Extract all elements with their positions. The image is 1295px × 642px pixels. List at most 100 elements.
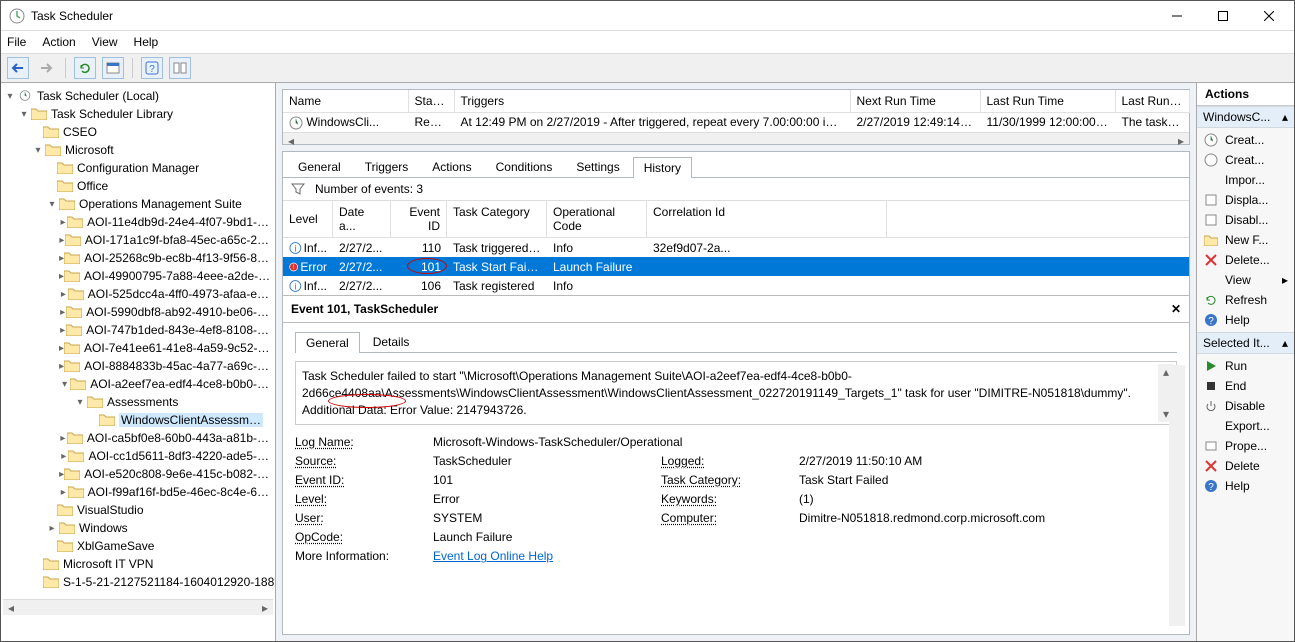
close-detail-button[interactable]: ✕ <box>1171 302 1181 316</box>
action-refresh[interactable]: Refresh <box>1201 291 1290 309</box>
refresh-tb-button[interactable] <box>74 57 96 79</box>
tab-conditions[interactable]: Conditions <box>485 156 564 177</box>
close-button[interactable] <box>1246 1 1292 31</box>
action-view[interactable]: View▸ <box>1201 271 1290 289</box>
expander-icon[interactable]: ▾ <box>73 397 87 408</box>
tab-triggers[interactable]: Triggers <box>354 156 420 177</box>
action-run[interactable]: Run <box>1201 357 1290 375</box>
menu-help[interactable]: Help <box>134 35 159 49</box>
task-row[interactable]: WindowsCli... Ready At 12:49 PM on 2/27/… <box>283 113 1189 132</box>
tree-scrollbar-h[interactable]: ◂▸ <box>3 599 273 615</box>
maximize-button[interactable] <box>1200 1 1246 31</box>
col-date[interactable]: Date a... <box>333 201 391 237</box>
help-tb-button[interactable]: ? <box>141 57 163 79</box>
expander-icon[interactable]: ▸ <box>59 487 68 498</box>
tree-item[interactable]: AOI-e520c808-9e6e-415c-b082-… <box>84 467 269 481</box>
subtab-details[interactable]: Details <box>362 331 421 352</box>
action-help[interactable]: ?Help <box>1201 311 1290 329</box>
tree-item[interactable]: AOI-747b1ded-843e-4ef8-8108-… <box>86 323 269 337</box>
tree-item[interactable]: AOI-25268c9b-ec8b-4f13-9f56-8… <box>84 251 269 265</box>
menu-action[interactable]: Action <box>42 35 75 49</box>
expander-icon[interactable]: ▸ <box>59 217 67 228</box>
col-opcode[interactable]: Operational Code <box>547 201 647 237</box>
tree-item[interactable]: S-1-5-21-2127521184-1604012920-1887… <box>63 575 276 589</box>
tree-item[interactable]: VisualStudio <box>77 503 144 517</box>
navigation-tree[interactable]: ▾ Task Scheduler (Local) ▾ Task Scheduler … <box>1 83 276 641</box>
col-status[interactable]: Status <box>408 90 454 113</box>
link-eventlog-help[interactable]: Event Log Online Help <box>433 549 553 563</box>
tree-item[interactable]: Microsoft IT VPN <box>63 557 153 571</box>
col-category[interactable]: Task Category <box>447 201 547 237</box>
tree-item[interactable]: CSEO <box>63 125 97 139</box>
col-eventid[interactable]: Event ID <box>391 201 447 237</box>
tree-item[interactable]: XblGameSave <box>77 539 154 553</box>
action-properties[interactable]: Prope... <box>1201 437 1290 455</box>
action-new-folder[interactable]: New F... <box>1201 231 1290 249</box>
expander-icon[interactable]: ▾ <box>3 91 17 102</box>
tree-item[interactable]: Assessments <box>107 395 178 409</box>
tab-settings[interactable]: Settings <box>565 156 630 177</box>
tab-general[interactable]: General <box>287 156 352 177</box>
action-export[interactable]: Export... <box>1201 417 1290 435</box>
minimize-button[interactable] <box>1154 1 1200 31</box>
collapse-icon[interactable]: ▴ <box>1282 110 1288 124</box>
action-delete-folder[interactable]: Delete... <box>1201 251 1290 269</box>
detail-scrollbar-v[interactable] <box>1169 365 1185 626</box>
action-import[interactable]: Impor... <box>1201 171 1290 189</box>
tree-item[interactable]: Office <box>77 179 108 193</box>
col-next[interactable]: Next Run Time <box>850 90 980 113</box>
tree-item-selected[interactable]: WindowsClientAssessm… <box>119 413 263 427</box>
expander-icon[interactable]: ▸ <box>59 307 66 318</box>
expander-icon[interactable]: ▸ <box>59 325 66 336</box>
tree-item[interactable]: AOI-7e41ee61-41e8-4a59-9c52-… <box>84 341 269 355</box>
actions-group-selected[interactable]: Selected It...▴ <box>1197 332 1294 354</box>
menu-view[interactable]: View <box>92 35 118 49</box>
action-display[interactable]: Displa... <box>1201 191 1290 209</box>
action-end[interactable]: End <box>1201 377 1290 395</box>
expander-icon[interactable]: ▸ <box>45 523 59 534</box>
tree-item[interactable]: AOI-525dcc4a-4ff0-4973-afaa-e… <box>88 287 269 301</box>
tree-item[interactable]: AOI-ca5bf0e8-60b0-443a-a81b-… <box>87 431 269 445</box>
tree-root[interactable]: Task Scheduler (Local) <box>37 89 159 103</box>
action-create-basic[interactable]: Creat... <box>1201 131 1290 149</box>
action-disable[interactable]: Disable <box>1201 397 1290 415</box>
tab-history[interactable]: History <box>633 157 692 178</box>
tree-item[interactable]: AOI-171a1c9f-bfa8-45ec-a65c-2… <box>85 233 269 247</box>
expander-icon[interactable]: ▸ <box>59 433 67 444</box>
col-correlation[interactable]: Correlation Id <box>647 201 887 237</box>
col-name[interactable]: Name <box>283 90 408 113</box>
task-scrollbar-h[interactable]: ◂▸ <box>283 132 1189 144</box>
tab-actions[interactable]: Actions <box>421 156 482 177</box>
actions-group-task[interactable]: WindowsC...▴ <box>1197 106 1294 128</box>
action-create[interactable]: Creat... <box>1201 151 1290 169</box>
col-triggers[interactable]: Triggers <box>454 90 850 113</box>
event-row[interactable]: iInf... 2/27/2... 106 Task registered In… <box>283 276 1189 295</box>
col-last[interactable]: Last Run Time <box>980 90 1115 113</box>
tree-item[interactable]: AOI-11e4db9d-24e4-4f07-9bd1-… <box>87 215 269 229</box>
tree-item[interactable]: AOI-f99af16f-bd5e-46ec-8c4e-6… <box>88 485 269 499</box>
prop-tb-button[interactable] <box>102 57 124 79</box>
expander-icon[interactable]: ▾ <box>45 199 59 210</box>
event-row[interactable]: iInf... 2/27/2... 110 Task triggered ...… <box>283 238 1189 257</box>
tree-item[interactable]: AOI-8884833b-45ac-4a77-a69c-… <box>84 359 269 373</box>
tree-item[interactable]: Windows <box>79 521 128 535</box>
back-button[interactable] <box>7 57 29 79</box>
action-disable-history[interactable]: Disabl... <box>1201 211 1290 229</box>
event-row-selected[interactable]: !Error 2/27/2... 101 Task Start Failed L… <box>283 257 1189 276</box>
tree-item[interactable]: Configuration Manager <box>77 161 199 175</box>
tree-item[interactable]: AOI-5990dbf8-ab92-4910-be06-… <box>86 305 269 319</box>
expander-icon[interactable]: ▸ <box>59 451 68 462</box>
col-level[interactable]: Level <box>283 201 333 237</box>
tree-library[interactable]: Task Scheduler Library <box>51 107 173 121</box>
tree-item[interactable]: AOI-49900795-7a88-4eee-a2de-… <box>84 269 270 283</box>
tree-item[interactable]: Operations Management Suite <box>79 197 242 211</box>
tree-item[interactable]: Microsoft <box>65 143 114 157</box>
action-delete[interactable]: Delete <box>1201 457 1290 475</box>
expander-icon[interactable]: ▾ <box>59 379 70 390</box>
expander-icon[interactable]: ▸ <box>59 289 68 300</box>
funnel-icon[interactable] <box>291 182 305 196</box>
expander-icon[interactable]: ▾ <box>17 109 31 120</box>
collapse-icon[interactable]: ▴ <box>1282 336 1288 350</box>
tree-item[interactable]: AOI-cc1d5611-8df3-4220-ade5-… <box>88 449 269 463</box>
tree-item[interactable]: AOI-a2eef7ea-edf4-4ce8-b0b0-… <box>90 377 269 391</box>
